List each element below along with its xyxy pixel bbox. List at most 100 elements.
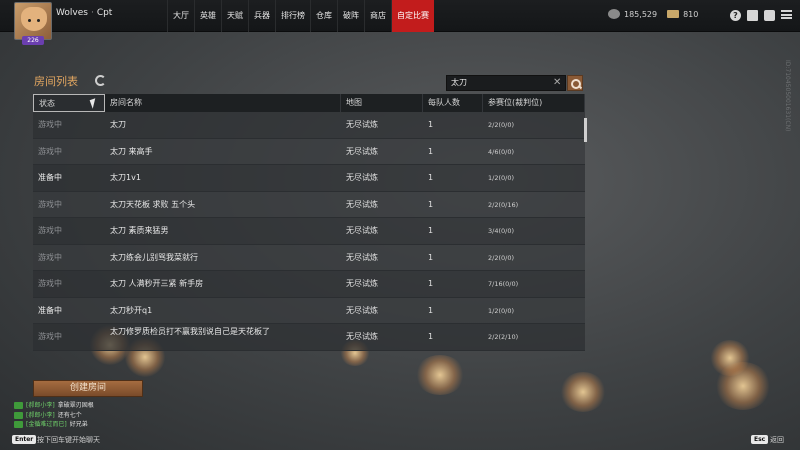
nav-talents[interactable]: 天赋	[221, 0, 248, 32]
top-bar: Wolves · Cpt 大厅 英雄 天赋 兵器 排行榜 仓库 破阵 商店 自定比赛…	[0, 0, 800, 40]
room-status: 游戏中	[38, 199, 62, 209]
silver-amount: 185,529	[624, 9, 658, 19]
gold-amount: 810	[683, 9, 699, 19]
room-map: 无尽试炼	[346, 305, 378, 315]
table-row[interactable]: 准备中 太刀秒开q1 无尽试炼 1 1/2(0/0)	[33, 297, 585, 324]
room-slots: 2/2(0/0)	[488, 121, 514, 129]
chat-sender[interactable]: [金循难过而已]	[26, 420, 67, 430]
chat-log: [郝郎小李] 拿破翠刃固根 [郝郎小李] 还有七个 [金循难过而已] 好兄弟	[14, 401, 94, 430]
gold-bar-icon	[667, 10, 680, 18]
room-slots: 7/16(0/0)	[488, 280, 519, 288]
room-map: 无尽试炼	[346, 279, 378, 288]
avatar[interactable]	[14, 2, 52, 40]
chat-line: [金循难过而已] 好兄弟	[14, 420, 94, 430]
room-status: 游戏中	[38, 279, 62, 288]
system-icons: ?	[730, 10, 792, 21]
room-map: 无尽试炼	[346, 332, 378, 341]
room-name: 太刀1v1	[110, 173, 141, 182]
scrollbar[interactable]	[584, 118, 587, 142]
room-status: 准备中	[38, 305, 62, 315]
nav-weapons[interactable]: 兵器	[248, 0, 275, 32]
room-name: 太刀天花板 求败 五个头	[110, 199, 196, 209]
lantern-decoration	[715, 362, 771, 410]
lantern-decoration	[560, 372, 606, 412]
chat-sender[interactable]: [郝郎小李]	[26, 401, 55, 411]
help-icon[interactable]: ?	[730, 10, 741, 21]
table-header: 状态 房间名称 地图 每队人数 参赛位(裁判位)	[33, 94, 585, 112]
column-header-slots[interactable]: 参赛位(裁判位)	[483, 94, 585, 112]
column-header-status[interactable]: 状态	[33, 94, 105, 112]
chat-channel-icon	[14, 421, 23, 429]
nav-leaderboard[interactable]: 排行榜	[275, 0, 310, 32]
username[interactable]: Wolves · Cpt	[56, 8, 112, 18]
room-name: 太刀 来高手	[110, 146, 153, 156]
table-row[interactable]: 游戏中 太刀天花板 求败 五个头 无尽试炼 1 2/2(0/16)	[33, 191, 585, 218]
table-row[interactable]: 游戏中 太刀 人满秒开三紧 新手房 无尽试炼 1 7/16(0/0)	[33, 271, 585, 298]
room-map: 无尽试炼	[346, 199, 378, 209]
create-room-button[interactable]: 创建房间	[33, 380, 143, 397]
room-slots: 2/2(2/10)	[488, 333, 519, 341]
nav-heroes[interactable]: 英雄	[194, 0, 221, 32]
page-title: 房间列表	[34, 75, 78, 88]
room-map: 无尽试炼	[346, 226, 378, 235]
nav-lobby[interactable]: 大厅	[167, 0, 194, 32]
back-label[interactable]: 返回	[770, 435, 784, 445]
column-header-per-team[interactable]: 每队人数	[423, 94, 483, 112]
main-nav: 大厅 英雄 天赋 兵器 排行榜 仓库 破阵 商店 自定比赛	[167, 0, 434, 32]
chat-message: 好兄弟	[69, 421, 88, 428]
chat-channel-icon	[14, 402, 23, 410]
room-name: 太刀 人满秒开三紧 新手房	[110, 279, 204, 288]
room-per-team: 1	[428, 252, 434, 262]
chat-hint: 按下回车键开始聊天	[37, 436, 100, 444]
table-row[interactable]: 准备中 太刀1v1 无尽试炼 1 1/2(0/0)	[33, 165, 585, 192]
mouse-cursor-icon	[89, 98, 99, 109]
level-badge: 226	[22, 36, 44, 45]
nav-custom-match[interactable]: 自定比赛	[391, 0, 434, 32]
room-slots: 1/2(0/0)	[488, 306, 514, 315]
currency-display: 185,529 810	[608, 9, 698, 19]
room-per-team: 1	[428, 146, 434, 156]
enter-key-hint-icon: Enter	[12, 435, 37, 444]
room-status: 游戏中	[38, 226, 62, 235]
column-header-name[interactable]: 房间名称	[105, 94, 341, 112]
room-per-team: 1	[428, 173, 434, 182]
room-map: 无尽试炼	[346, 173, 378, 182]
clear-search-icon[interactable]: ✕	[553, 76, 561, 90]
table-row[interactable]: 游戏中 太刀练会儿别骂我菜就行 无尽试炼 1 2/2(0/0)	[33, 244, 585, 271]
avatar-eye	[37, 19, 40, 22]
room-per-team: 1	[428, 305, 434, 315]
message-icon[interactable]	[764, 10, 775, 21]
room-status: 准备中	[38, 173, 62, 182]
room-map: 无尽试炼	[346, 146, 378, 156]
nav-storage[interactable]: 仓库	[310, 0, 337, 32]
table-row[interactable]: 游戏中 太刀 素质来猛男 无尽试炼 1 3/4(0/0)	[33, 218, 585, 245]
room-slots: 4/6(0/0)	[488, 147, 514, 156]
nav-shop[interactable]: 商店	[364, 0, 391, 32]
room-status: 游戏中	[38, 146, 62, 156]
id-watermark: ID:7104505001631(CN)	[784, 60, 791, 132]
room-map: 无尽试炼	[346, 252, 378, 262]
menu-icon[interactable]	[781, 10, 792, 19]
room-name: 太刀 素质来猛男	[110, 226, 169, 235]
search-input[interactable]: 太刀	[446, 75, 566, 91]
table-row[interactable]: 游戏中 太刀 来高手 无尽试炼 1 4/6(0/0)	[33, 138, 585, 165]
refresh-icon[interactable]	[95, 75, 106, 86]
chat-channel-icon	[14, 411, 23, 419]
nav-formation[interactable]: 破阵	[337, 0, 364, 32]
mail-icon[interactable]	[747, 10, 758, 21]
room-per-team: 1	[428, 120, 434, 129]
esc-key-icon[interactable]: Esc	[751, 435, 769, 444]
chat-line: [郝郎小李] 还有七个	[14, 411, 94, 421]
room-map: 无尽试炼	[346, 120, 378, 129]
table-row[interactable]: 游戏中 太刀修罗质检员打不赢我别说自己是天花板了 无尽试炼 1 2/2(2/10)	[33, 324, 585, 351]
room-slots: 2/2(0/16)	[488, 200, 519, 209]
room-table: 状态 房间名称 地图 每队人数 参赛位(裁判位) 游戏中 太刀 无尽试炼 1 2/2(0…	[33, 94, 585, 351]
column-header-map[interactable]: 地图	[341, 94, 423, 112]
silver-coin-icon	[608, 9, 620, 19]
room-per-team: 1	[428, 226, 434, 235]
room-status: 游戏中	[38, 252, 62, 262]
room-name: 太刀	[110, 120, 126, 129]
table-row[interactable]: 游戏中 太刀 无尽试炼 1 2/2(0/0)	[33, 112, 585, 139]
search-button[interactable]	[567, 75, 583, 91]
chat-sender[interactable]: [郝郎小李]	[26, 411, 55, 421]
